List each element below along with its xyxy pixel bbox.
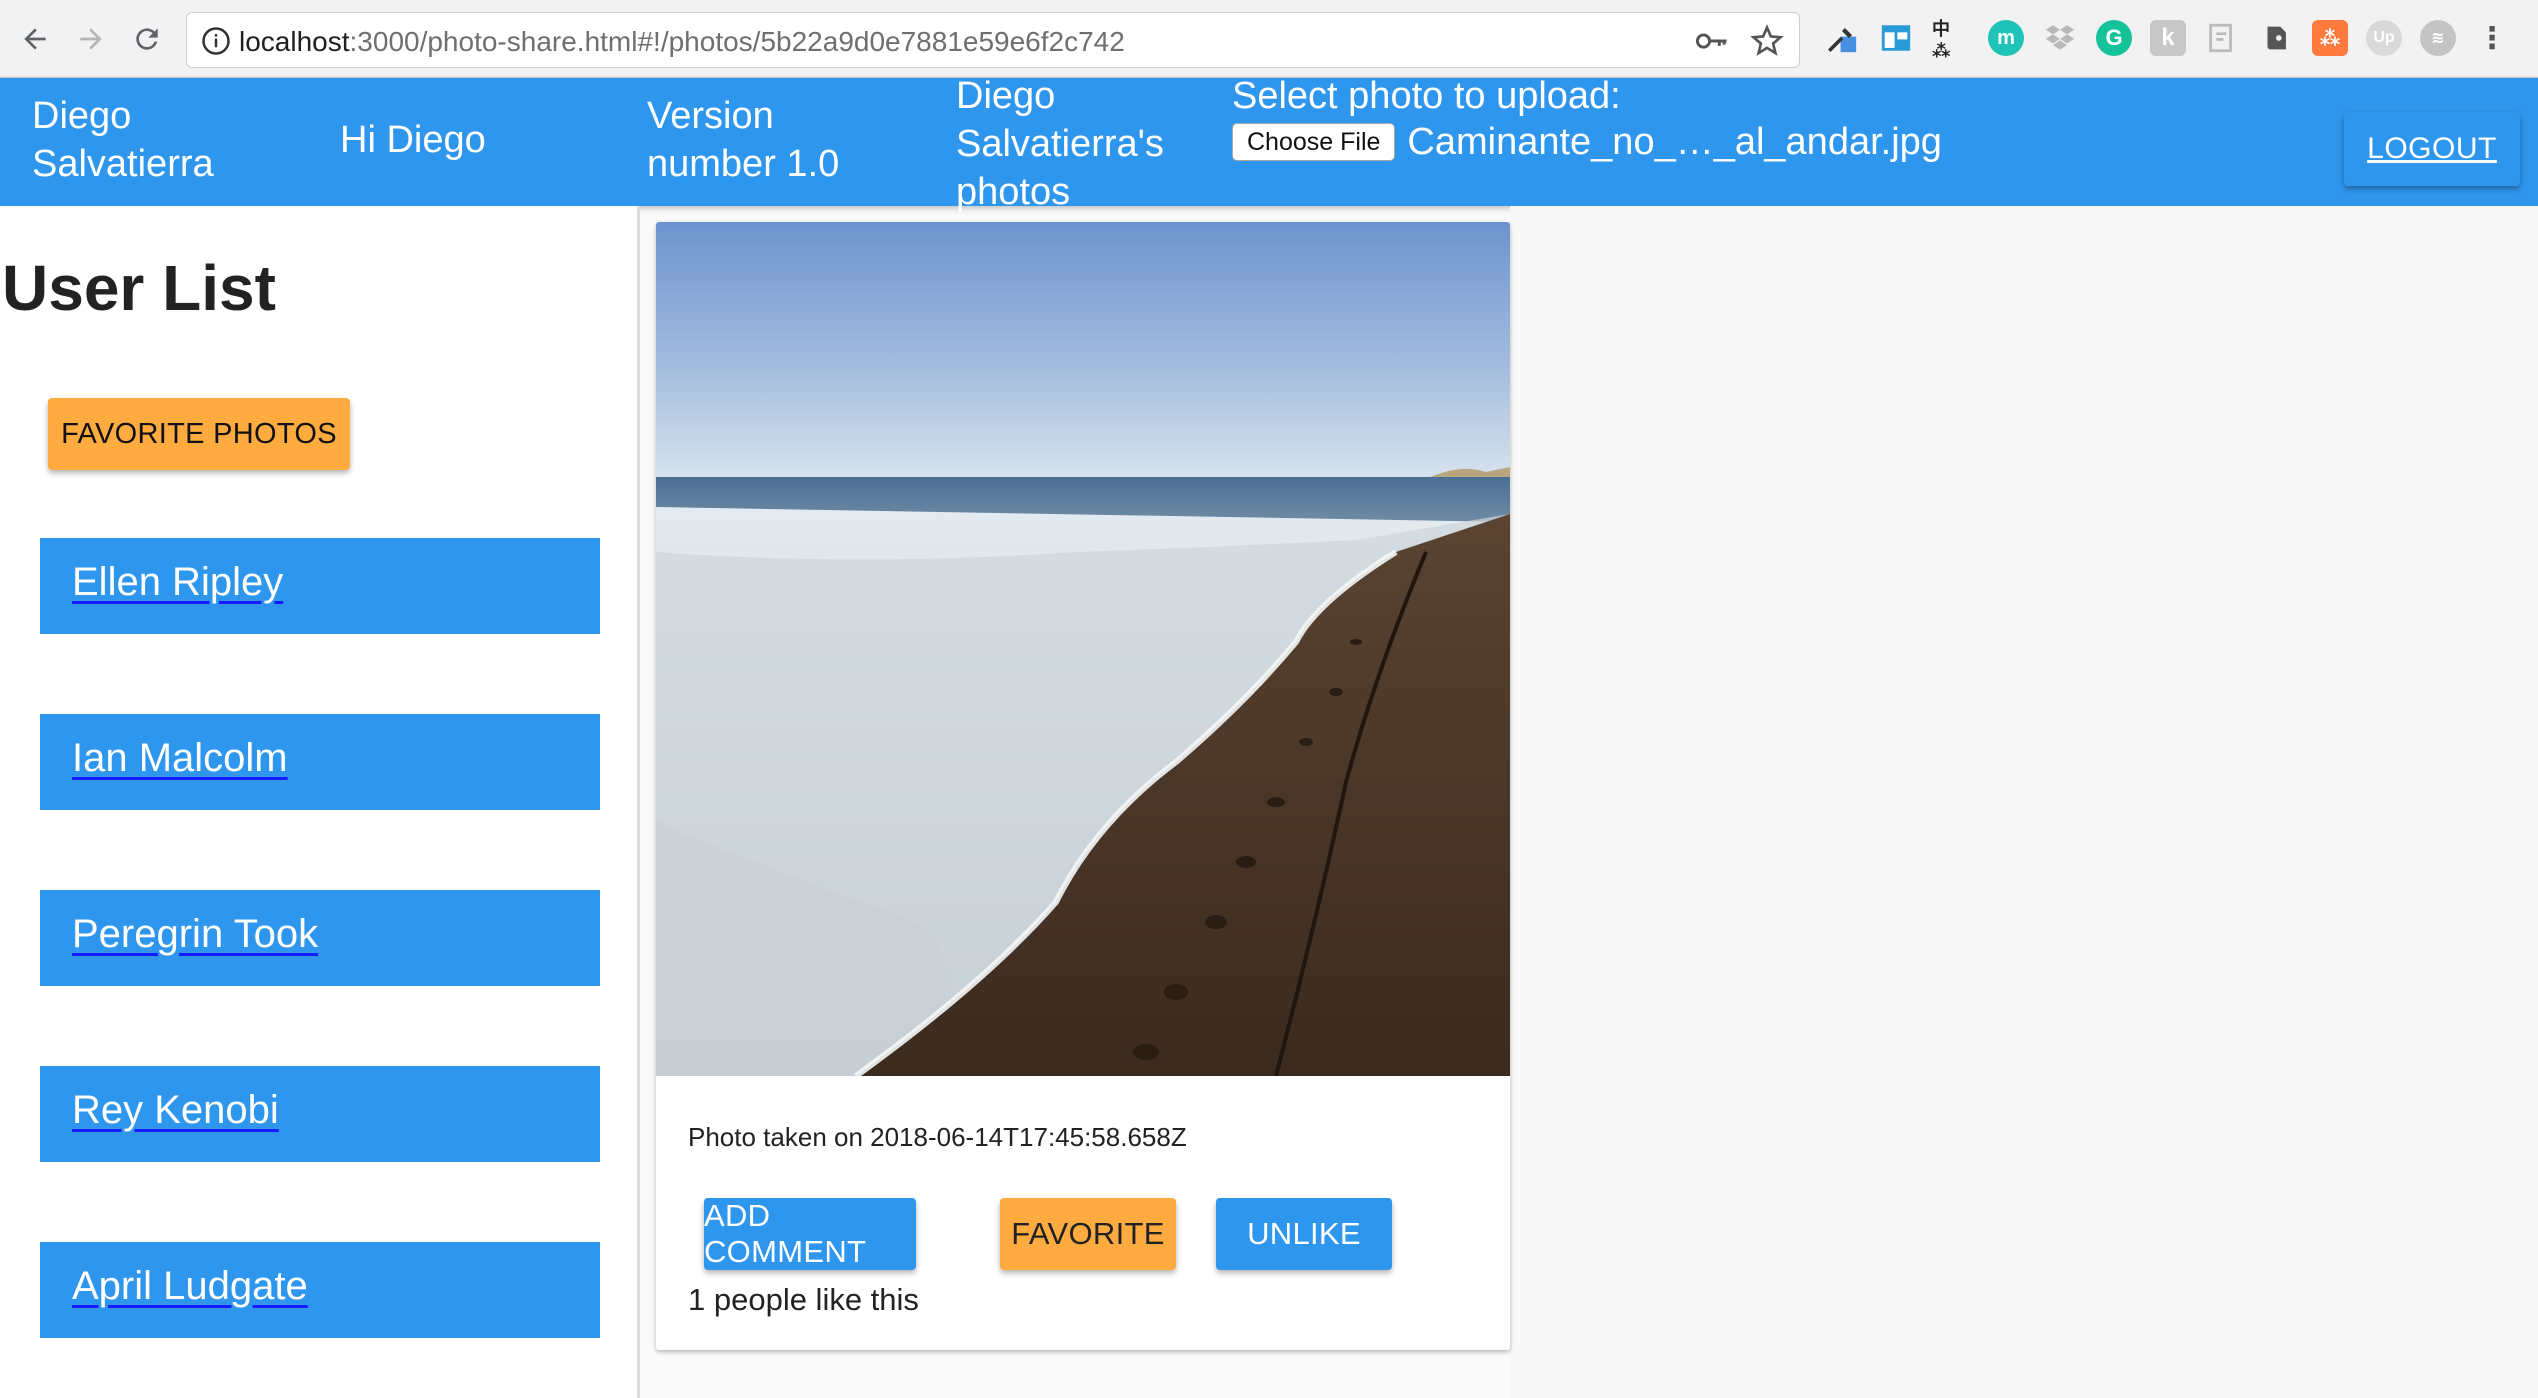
header-username: Diego Salvatierra [32, 95, 214, 185]
key-icon[interactable] [1695, 26, 1729, 56]
m-extension-icon[interactable]: m [1988, 20, 2024, 56]
favorite-photos-button[interactable]: FAVORITE PHOTOS [48, 398, 350, 470]
sidebar: User List FAVORITE PHOTOS Ellen Ripley I… [0, 206, 640, 1398]
user-link[interactable]: April Ludgate [72, 1264, 308, 1309]
app-header: Diego Salvatierra Hi Diego Version numbe… [0, 75, 2538, 213]
upload-section: Select photo to upload: Choose File Cami… [1232, 72, 2132, 166]
selected-file-name: Caminante_no_…_al_andar.jpg [1407, 121, 1942, 163]
photo-card: Photo taken on 2018-06-14T17:45:58.658Z … [656, 222, 1510, 1350]
back-button[interactable] [10, 12, 60, 66]
photo-image[interactable] [656, 222, 1510, 1076]
address-bar[interactable]: localhost:3000/photo-share.html#!/photos… [186, 12, 1800, 68]
user-list-title: User List [2, 252, 276, 324]
unlike-button[interactable]: UNLIKE [1216, 1198, 1392, 1270]
info-icon[interactable] [201, 26, 231, 56]
back-icon [24, 28, 46, 50]
grammarly-extension-icon[interactable]: G [2096, 20, 2132, 56]
eyedropper-extension-icon[interactable] [1824, 20, 1860, 56]
likes-count: 1 people like this [688, 1282, 919, 1317]
url-path: :3000/photo-share.html#!/photos/5b22a9d0… [349, 26, 1125, 57]
user-link[interactable]: Ellen Ripley [72, 560, 283, 605]
user-list-item[interactable]: April Ludgate [40, 1242, 600, 1338]
forward-icon [80, 28, 102, 50]
header-context: Diego Salvatierra's photos [956, 75, 1164, 213]
user-link[interactable]: Peregrin Took [72, 912, 318, 957]
user-list-item[interactable]: Ian Malcolm [40, 714, 600, 810]
user-link[interactable]: Ian Malcolm [72, 736, 288, 781]
logout-button[interactable]: LOGOUT [2344, 112, 2520, 186]
forward-button[interactable] [66, 12, 116, 66]
file-input: Choose File Caminante_no_…_al_andar.jpg [1232, 118, 2132, 166]
photo-date: Photo taken on 2018-06-14T17:45:58.658Z [688, 1122, 1187, 1152]
upload-label: Select photo to upload: [1232, 75, 1621, 117]
reload-button[interactable] [122, 12, 172, 66]
dropbox-extension-icon[interactable] [2042, 20, 2078, 56]
evernote-extension-icon[interactable] [2258, 20, 2294, 56]
window-extension-icon[interactable] [1878, 20, 1914, 56]
user-list-item[interactable]: Ellen Ripley [40, 538, 600, 634]
menu-icon[interactable]: ⋮ [2477, 20, 2507, 56]
choose-file-button[interactable]: Choose File [1232, 123, 1396, 161]
spotify-extension-icon[interactable]: ≋ [2420, 20, 2456, 56]
reload-icon [136, 28, 158, 50]
user-list-item[interactable]: Rey Kenobi [40, 1066, 600, 1162]
hubspot-extension-icon[interactable]: ⁂ [2312, 20, 2348, 56]
user-link[interactable]: Rey Kenobi [72, 1088, 279, 1133]
header-greeting: Hi Diego [340, 119, 486, 161]
note-extension-icon[interactable] [2204, 20, 2240, 56]
k-extension-icon[interactable]: k [2150, 20, 2186, 56]
upwork-extension-icon[interactable]: Up [2366, 20, 2402, 56]
translate-extension-icon[interactable]: 中 ⁂ [1932, 19, 1968, 61]
user-list-item[interactable]: Peregrin Took [40, 890, 600, 986]
content-background [1510, 206, 2538, 1398]
add-comment-button[interactable]: ADD COMMENT [704, 1198, 916, 1270]
header-version: Version number 1.0 [647, 95, 840, 185]
favorite-button[interactable]: FAVORITE [1000, 1198, 1176, 1270]
url-host: localhost [239, 26, 350, 57]
star-icon[interactable] [1749, 23, 1785, 59]
browser-toolbar: localhost:3000/photo-share.html#!/photos… [0, 0, 2538, 78]
url-text[interactable]: localhost:3000/photo-share.html#!/photos… [239, 26, 1125, 58]
